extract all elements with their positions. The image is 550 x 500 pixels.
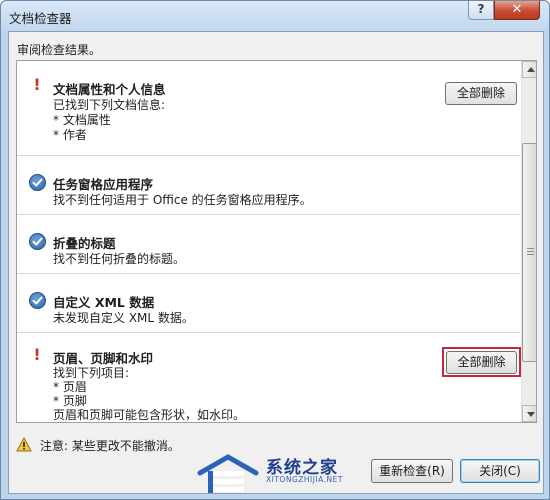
item-title: 折叠的标题 <box>53 236 116 251</box>
item-detail: * 文档属性 <box>53 113 111 127</box>
item-detail: * 页脚 <box>53 394 87 408</box>
item-detail: 找不到任何折叠的标题。 <box>53 252 186 266</box>
title-bar[interactable]: 文档检查器 ? ✕ <box>1 1 549 31</box>
scrollbar-thumb[interactable] <box>522 143 536 362</box>
close-button[interactable]: 关闭(C) <box>460 459 540 483</box>
item-detail: 已找到下列文档信息: <box>53 98 166 112</box>
result-item-headers-footers: ! 页眉、页脚和水印 找到下列项目: * 页眉 * 页脚 页眉和页脚可能包含形状… <box>17 333 521 422</box>
results-list: ! 文档属性和个人信息 已找到下列文档信息: * 文档属性 * 作者 全部删除 … <box>16 60 537 423</box>
result-item-task-pane-apps: 任务窗格应用程序 找不到任何适用于 Office 的任务窗格应用程序。 <box>17 156 520 215</box>
result-item-document-properties: ! 文档属性和个人信息 已找到下列文档信息: * 文档属性 * 作者 全部删除 <box>17 61 520 156</box>
help-button[interactable]: ? <box>468 1 494 20</box>
check-icon <box>29 233 46 250</box>
item-title: 文档属性和个人信息 <box>53 82 166 97</box>
window-title: 文档检查器 <box>9 11 72 26</box>
item-title: 页眉、页脚和水印 <box>53 351 154 366</box>
item-detail: 未发现自定义 XML 数据。 <box>53 311 194 325</box>
scroll-up-icon <box>527 67 535 72</box>
reinspect-button[interactable]: 重新检查(R) <box>371 459 453 483</box>
watermark-logo-icon <box>197 454 259 493</box>
item-detail: 页眉和页脚可能包含形状，如水印。 <box>53 408 246 422</box>
item-detail: 找不到任何适用于 Office 的任务窗格应用程序。 <box>53 193 312 207</box>
scroll-down-button[interactable] <box>522 405 536 422</box>
item-detail: * 页眉 <box>53 380 87 394</box>
vertical-scrollbar[interactable] <box>521 61 536 422</box>
warning-exclamation-icon: ! <box>33 75 41 94</box>
close-window-button[interactable]: ✕ <box>494 1 540 20</box>
warning-exclamation-icon: ! <box>33 345 41 364</box>
dialog-body: 审阅检查结果。 ! 文档属性和个人信息 已找到下列文档信息: * 文档属性 * … <box>8 31 544 494</box>
watermark-subtext: XITONGZHIJIA.NET <box>266 475 343 484</box>
scroll-down-icon <box>527 412 535 417</box>
result-item-custom-xml: 自定义 XML 数据 未发现自定义 XML 数据。 <box>17 274 520 333</box>
remove-all-button-properties[interactable]: 全部删除 <box>445 82 517 105</box>
item-title: 任务窗格应用程序 <box>53 177 154 192</box>
check-icon <box>29 292 46 309</box>
remove-all-button-headers-footers[interactable]: 全部删除 <box>446 351 517 374</box>
site-watermark: 系统之家 XITONGZHIJIA.NET <box>196 451 366 499</box>
review-heading: 审阅检查结果。 <box>17 43 102 57</box>
warning-triangle-icon <box>16 436 32 455</box>
check-icon <box>29 174 46 191</box>
result-item-collapsed-headings: 折叠的标题 找不到任何折叠的标题。 <box>17 215 520 274</box>
item-detail: * 作者 <box>53 128 87 142</box>
undo-warning-text: 注意: 某些更改不能撤消。 <box>40 439 180 453</box>
item-title: 自定义 XML 数据 <box>53 295 155 310</box>
item-detail: 找到下列项目: <box>53 366 130 380</box>
scroll-up-button[interactable] <box>522 61 536 78</box>
document-inspector-window: 文档检查器 ? ✕ 审阅检查结果。 ! 文档属性和个人信息 已找到下列文档信息:… <box>0 0 550 500</box>
